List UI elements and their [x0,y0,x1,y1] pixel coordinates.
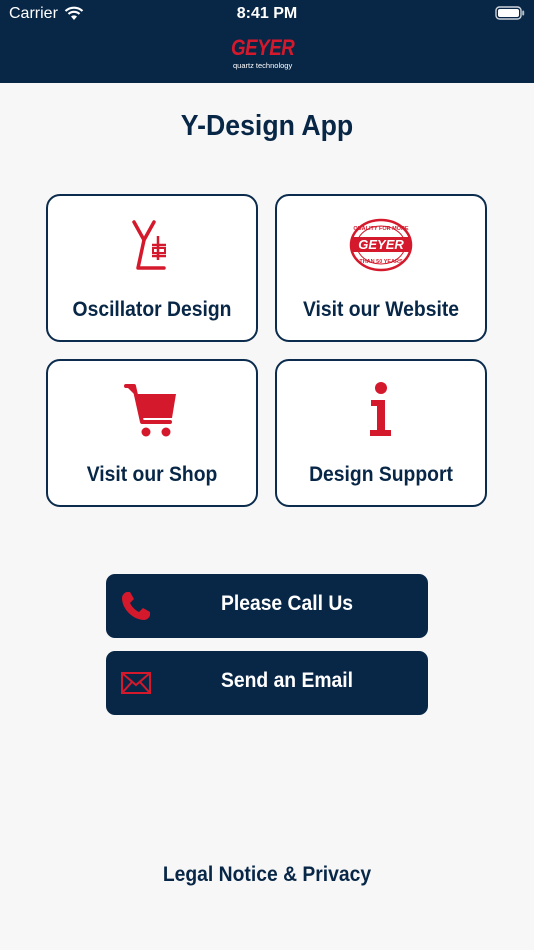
battery-icon [495,6,525,20]
svg-text:THAN 50 YEARS: THAN 50 YEARS [359,259,403,265]
oscillator-design-tile[interactable]: Oscillator Design [46,194,258,342]
visit-website-tile[interactable]: QUALITY FOR MORE GEYER THAN 50 YEARS Vis… [275,194,487,342]
brand-tagline: quartz technology [233,61,293,70]
app-header: Carrier 8:41 PM GEYER quartz technology [0,0,534,83]
tile-label: Visit our Shop [86,463,218,486]
svg-text:QUALITY FOR MORE: QUALITY FOR MORE [353,226,409,232]
geyer-logo: GEYER quartz technology [228,35,308,75]
email-button[interactable]: Send an Email [106,651,428,715]
oscillator-symbol-icon [132,220,166,270]
tile-label: Oscillator Design [72,298,232,321]
shopping-cart-icon [124,384,176,437]
phone-icon [122,592,150,620]
tile-label: Design Support [309,463,453,486]
svg-text:GEYER: GEYER [358,237,404,252]
call-button-label: Please Call Us [220,592,354,615]
quality-stamp-icon: QUALITY FOR MORE GEYER THAN 50 YEARS [349,218,413,272]
call-button[interactable]: Please Call Us [106,574,428,638]
page-title: Y-Design App [180,110,354,142]
legal-notice-link[interactable]: Legal Notice & Privacy [21,863,512,887]
tile-label: Visit our Website [302,298,460,321]
status-time: 8:41 PM [236,5,298,22]
info-icon [370,382,391,436]
brand-name: GEYER [231,35,295,60]
envelope-icon [121,672,151,694]
status-bar: Carrier 8:41 PM [0,0,534,28]
design-support-tile[interactable]: Design Support [275,359,487,507]
email-button-label: Send an Email [220,669,354,692]
visit-shop-tile[interactable]: Visit our Shop [46,359,258,507]
